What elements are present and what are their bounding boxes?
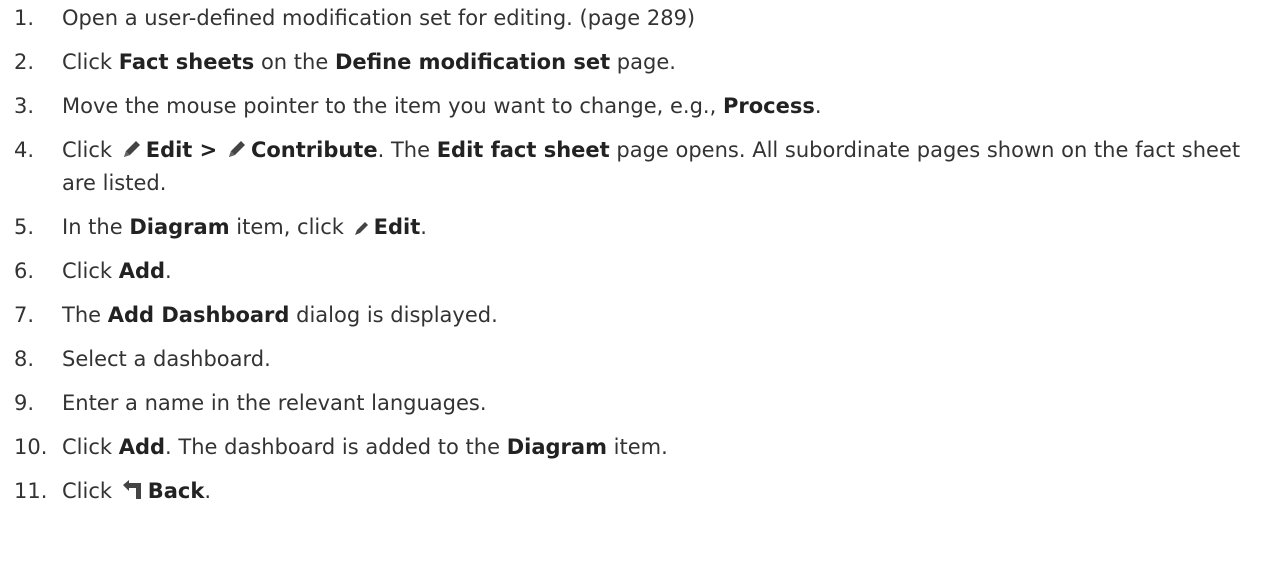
step-text: Select a dashboard. bbox=[62, 347, 271, 371]
step-text: . bbox=[204, 479, 211, 503]
step-number: 7. bbox=[14, 303, 35, 327]
step-text: Open a user-defined modification set for… bbox=[62, 6, 696, 30]
ui-term: Edit > bbox=[145, 138, 218, 162]
list-item: 9. Enter a name in the relevant languages… bbox=[14, 387, 1267, 420]
step-text: . bbox=[165, 259, 172, 283]
ui-term: Add Dashboard bbox=[107, 303, 290, 327]
ui-term: Fact sheets bbox=[118, 50, 255, 74]
step-text bbox=[217, 138, 224, 162]
list-item: 2. Click Fact sheets on the Define modifi… bbox=[14, 46, 1267, 79]
step-text: . The dashboard is added to the bbox=[165, 435, 507, 459]
step-text: item. bbox=[606, 435, 668, 459]
procedure-steps: 1. Open a user-defined modification set f… bbox=[0, 0, 1267, 508]
step-text: . The bbox=[377, 138, 437, 162]
list-item: 6. Click Add. bbox=[14, 255, 1267, 288]
list-item: 3. Move the mouse pointer to the item you… bbox=[14, 90, 1267, 123]
step-text: Move the mouse pointer to the item you w… bbox=[62, 94, 723, 118]
step-text: on the bbox=[254, 50, 335, 74]
step-text: . bbox=[420, 215, 427, 239]
step-text: page. bbox=[610, 50, 676, 74]
step-number: 4. bbox=[14, 138, 35, 162]
step-number: 9. bbox=[14, 391, 35, 415]
step-text: Click bbox=[62, 479, 119, 503]
step-text: Click bbox=[62, 50, 119, 74]
list-item: 8. Select a dashboard. bbox=[14, 343, 1267, 376]
ui-term: Process bbox=[722, 94, 815, 118]
step-text: Click bbox=[62, 435, 119, 459]
step-text: dialog is displayed. bbox=[289, 303, 498, 327]
list-item: 7. The Add Dashboard dialog is displayed. bbox=[14, 299, 1267, 332]
ui-term: Add bbox=[118, 259, 166, 283]
step-number: 8. bbox=[14, 347, 35, 371]
step-text: . bbox=[814, 94, 822, 118]
list-item: 10. Click Add. The dashboard is added to … bbox=[14, 431, 1267, 464]
step-text: Click bbox=[62, 138, 119, 162]
step-text: The bbox=[62, 303, 108, 327]
ui-term: Diagram bbox=[129, 215, 230, 239]
back-arrow-icon bbox=[121, 479, 145, 501]
step-number: 1. bbox=[14, 6, 35, 30]
step-text: Enter a name in the relevant languages. bbox=[62, 391, 487, 415]
ui-term: Add bbox=[118, 435, 166, 459]
step-text: item, click bbox=[229, 215, 351, 239]
ui-term: Diagram bbox=[506, 435, 607, 459]
pencil-icon bbox=[121, 138, 143, 160]
step-text: Click bbox=[62, 259, 119, 283]
step-text: In the bbox=[62, 215, 130, 239]
ui-term: Define modification set bbox=[334, 50, 611, 74]
ui-term: Contribute bbox=[250, 138, 378, 162]
ui-term: Edit bbox=[373, 215, 421, 239]
step-number: 6. bbox=[14, 259, 35, 283]
step-number: 11. bbox=[14, 479, 48, 503]
step-number: 2. bbox=[14, 50, 35, 74]
pencil-small-icon bbox=[353, 219, 371, 237]
step-number: 3. bbox=[14, 94, 35, 118]
step-number: 5. bbox=[14, 215, 35, 239]
list-item: 11. Click Back. bbox=[14, 475, 1267, 508]
list-item: 1. Open a user-defined modification set f… bbox=[14, 2, 1267, 35]
step-number: 10. bbox=[14, 435, 48, 459]
list-item: 4. Click Edit > Contribute. The Edit fact… bbox=[14, 134, 1252, 200]
list-item: 5. In the Diagram item, click Edit. bbox=[14, 211, 1267, 244]
ui-term: Back bbox=[147, 479, 205, 503]
pencil-icon bbox=[226, 138, 248, 160]
ui-term: Edit fact sheet bbox=[436, 138, 610, 162]
